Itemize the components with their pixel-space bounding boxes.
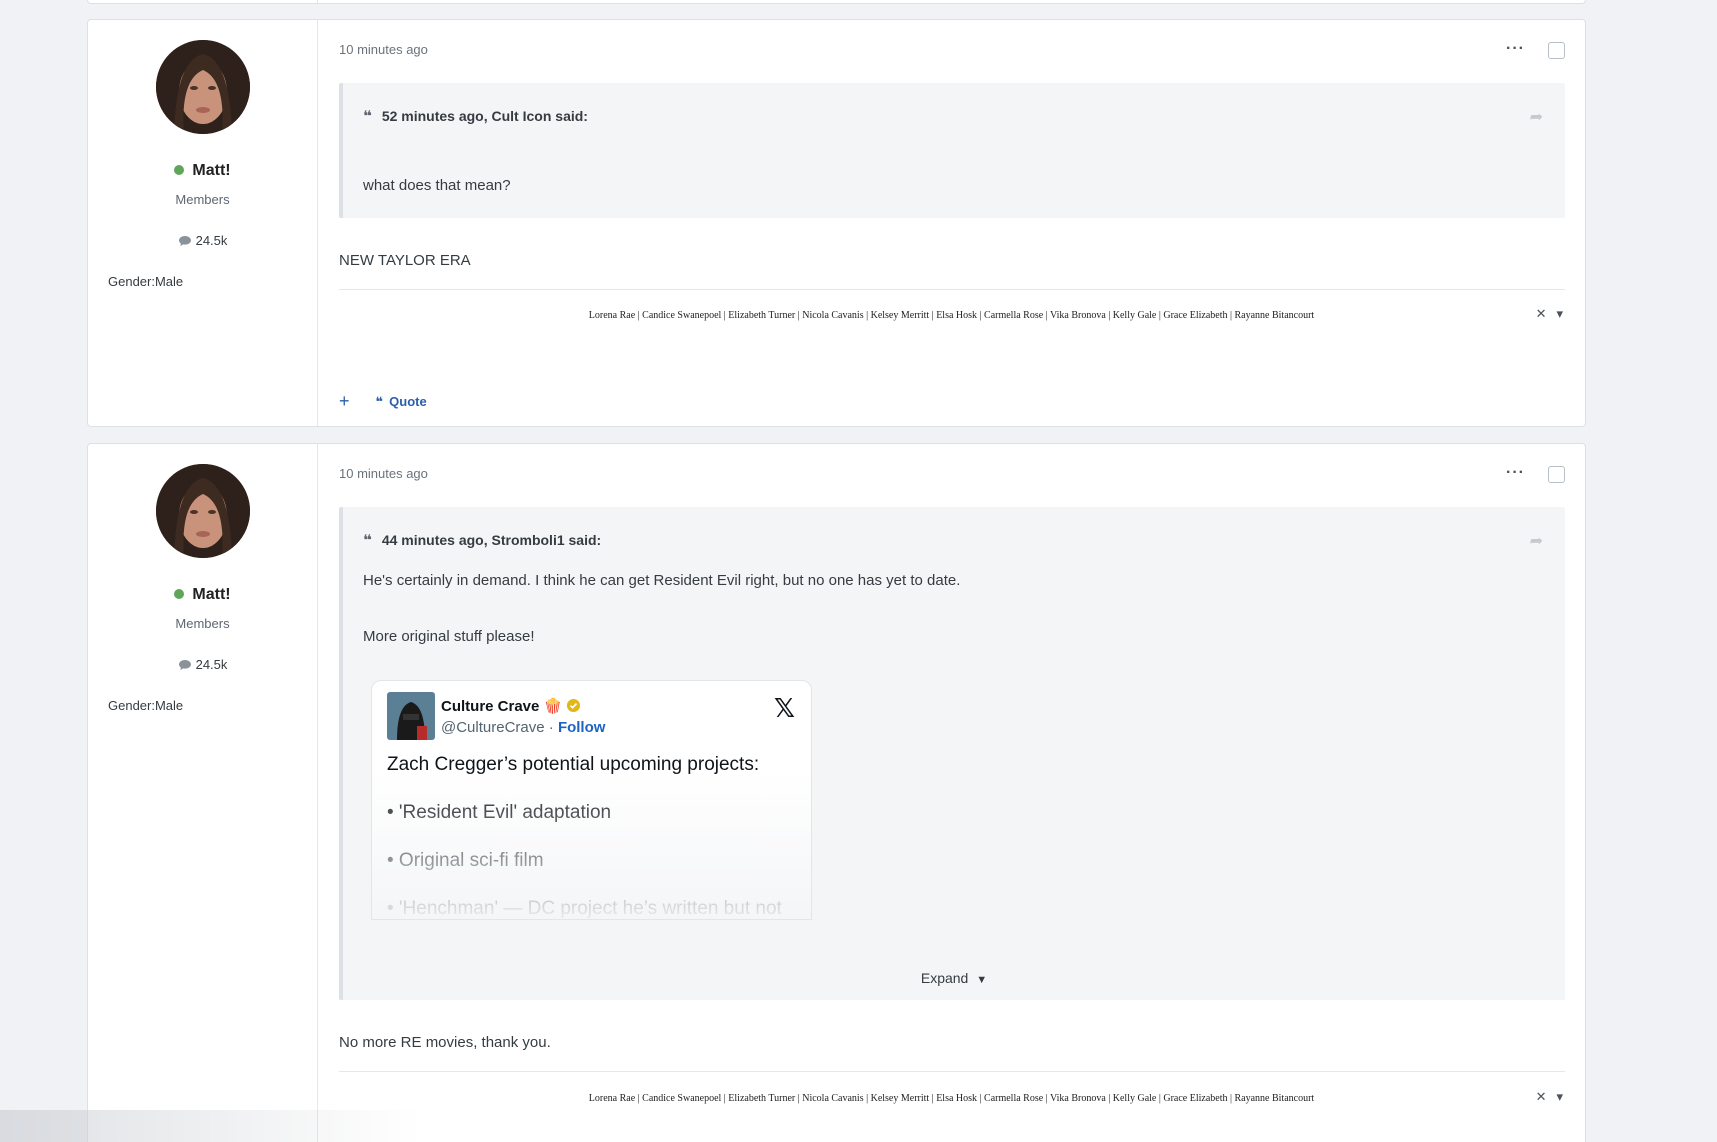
signature-dropdown-icon[interactable]: ▾ <box>1556 306 1563 321</box>
signature-controls: ✕ ▾ <box>1536 306 1563 322</box>
tweet-text: Zach Cregger’s potential upcoming projec… <box>387 754 760 775</box>
author-group: Members <box>175 616 230 631</box>
comment-icon <box>178 236 191 246</box>
signature-controls: ✕ ▾ <box>1536 1089 1563 1105</box>
avatar[interactable] <box>156 464 250 558</box>
signature-dropdown-icon[interactable]: ▾ <box>1556 1089 1563 1104</box>
tweet-avatar[interactable] <box>387 692 435 740</box>
author-gender: Gender:Male <box>108 274 184 289</box>
tweet-text: • Original sci-fi film <box>387 850 544 871</box>
bottom-edge-shadow <box>0 1110 420 1142</box>
post-body-text: No more RE movies, thank you. <box>339 1034 551 1051</box>
post-actions: + ❝ Quote <box>339 391 427 412</box>
tweet-fade-overlay <box>372 769 811 919</box>
tweet-follow-link[interactable]: Follow <box>558 719 606 736</box>
signature-divider <box>339 289 1565 290</box>
previous-post-bottom <box>87 0 1586 4</box>
quote-text: what does that mean? <box>363 177 511 194</box>
verified-badge-icon <box>567 698 581 713</box>
share-arrow-icon[interactable]: ➦ <box>1530 531 1543 551</box>
post-menu-icon[interactable]: ··· <box>1506 464 1525 482</box>
author-gender: Gender:Male <box>108 698 184 713</box>
author-name[interactable]: Matt! <box>88 586 317 604</box>
author-panel: Matt! Members 24.5k Gender:Male <box>88 444 318 1142</box>
author-panel: Matt! Members 24.5k Gender:Male <box>88 20 318 426</box>
post-menu-icon[interactable]: ··· <box>1506 40 1525 58</box>
expand-button[interactable]: Expand ▼ <box>343 970 1565 986</box>
author-name[interactable]: Matt! <box>88 162 317 180</box>
quote-icon: ❝ <box>363 108 372 125</box>
signature-divider <box>339 1071 1565 1072</box>
online-status-dot <box>174 165 185 175</box>
tweet-handle: @CultureCrave · Follow <box>441 719 606 736</box>
close-signature-icon[interactable]: ✕ <box>1536 1089 1547 1104</box>
quote-block: ❝ 44 minutes ago, Stromboli1 said: ➦ He's… <box>339 507 1565 1000</box>
comment-icon <box>178 660 191 670</box>
post-timestamp[interactable]: 10 minutes ago <box>339 42 428 57</box>
post-content: 10 minutes ago ··· ❝ 44 minutes ago, Stro… <box>318 444 1585 1142</box>
quote-icon: ❝ <box>363 532 372 549</box>
popcorn-icon: 🍿 <box>543 698 563 715</box>
quote-button[interactable]: Quote <box>389 394 427 409</box>
quote-icon: ❝ <box>375 393 384 409</box>
post-content: 10 minutes ago ··· ❝ 52 minutes ago, Cult… <box>318 20 1585 426</box>
tweet-text: • 'Resident Evil' adaptation <box>387 802 612 823</box>
quote-block: ❝ 52 minutes ago, Cult Icon said: ➦ what … <box>339 83 1565 218</box>
quote-header[interactable]: ❝ 52 minutes ago, Cult Icon said: <box>363 107 588 125</box>
add-reaction-button[interactable]: + <box>339 391 350 412</box>
author-post-count: 24.5k <box>88 657 317 672</box>
author-group: Members <box>175 192 230 207</box>
tweet-author-name[interactable]: Culture Crave 🍿 <box>441 697 581 715</box>
post: Matt! Members 24.5k Gender:Male 10 minut… <box>87 443 1586 1142</box>
tweet-text: • 'Henchman' — DC project he’s written b… <box>387 898 782 919</box>
chevron-down-icon: ▼ <box>976 974 988 986</box>
embedded-tweet[interactable]: Culture Crave 🍿 @CultureCrave · Follow 𝕏… <box>371 680 812 920</box>
author-post-count: 24.5k <box>88 233 317 248</box>
post-body-text: NEW TAYLOR ERA <box>339 252 471 269</box>
avatar[interactable] <box>156 40 250 134</box>
signature: Lorena Rae | Candice Swanepoel | Elizabe… <box>588 310 1315 321</box>
online-status-dot <box>174 589 185 599</box>
close-signature-icon[interactable]: ✕ <box>1536 306 1547 321</box>
share-arrow-icon[interactable]: ➦ <box>1530 107 1543 127</box>
post-timestamp[interactable]: 10 minutes ago <box>339 466 428 481</box>
post-select-checkbox[interactable] <box>1548 42 1565 59</box>
quote-text: More original stuff please! <box>363 628 535 645</box>
quote-header[interactable]: ❝ 44 minutes ago, Stromboli1 said: <box>363 531 601 549</box>
signature: Lorena Rae | Candice Swanepoel | Elizabe… <box>588 1093 1315 1104</box>
post: Matt! Members 24.5k Gender:Male 10 minut… <box>87 19 1586 427</box>
x-logo-icon[interactable]: 𝕏 <box>774 693 795 724</box>
post-select-checkbox[interactable] <box>1548 466 1565 483</box>
quote-text: He's certainly in demand. I think he can… <box>363 572 961 589</box>
